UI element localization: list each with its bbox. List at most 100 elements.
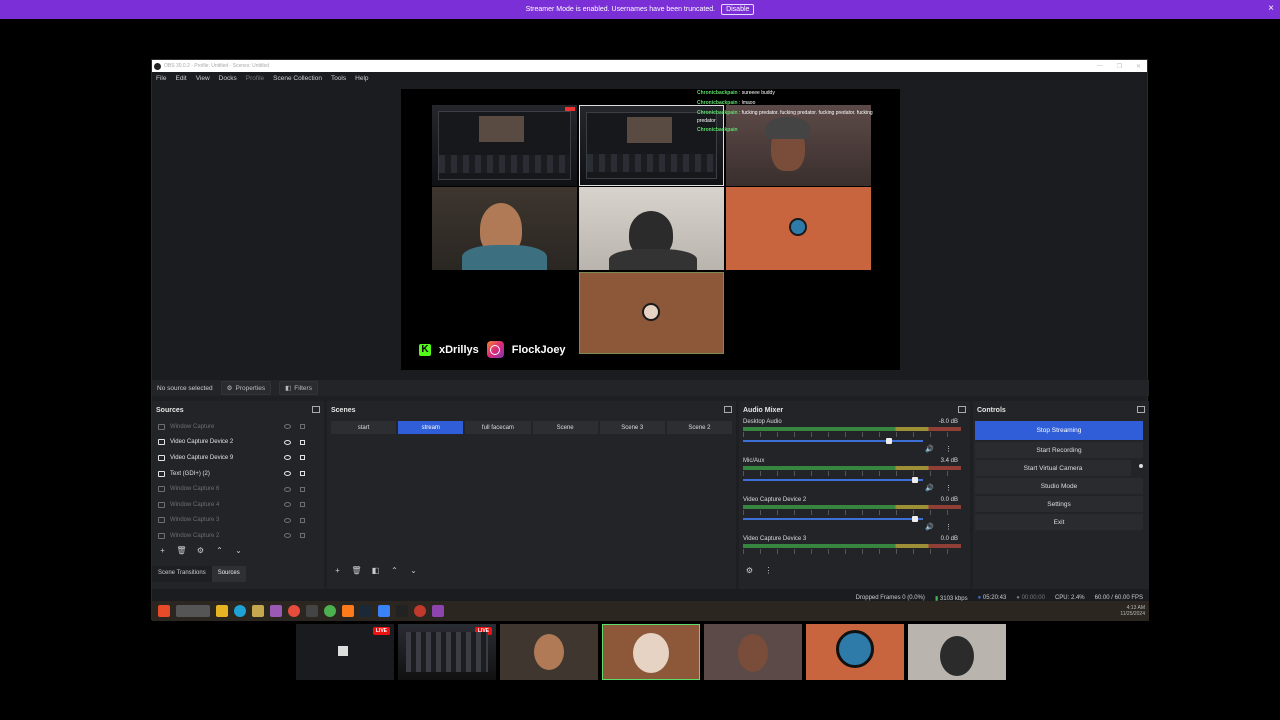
start-icon[interactable] <box>158 605 170 617</box>
thumbnail[interactable] <box>500 624 598 680</box>
more-options-icon[interactable]: ⋮ <box>945 523 952 531</box>
source-item[interactable]: Window Capture 2 <box>152 528 324 544</box>
add-source-button[interactable]: + <box>156 546 169 555</box>
thumbnail[interactable] <box>908 624 1006 680</box>
exit-button[interactable]: Exit <box>975 514 1143 530</box>
chrome-icon[interactable] <box>324 605 336 617</box>
source-item[interactable]: Window Capture 3 <box>152 513 324 529</box>
properties-button[interactable]: ⚙ Properties <box>220 381 272 395</box>
visibility-icon[interactable] <box>284 471 291 477</box>
source-item[interactable]: Text (GDI+) (2) <box>152 466 324 482</box>
speaker-icon[interactable]: 🔊 <box>925 523 934 531</box>
thumbnail[interactable]: LIVE <box>296 624 394 680</box>
taskbar-app-icon[interactable] <box>396 605 408 617</box>
source-item[interactable]: Window Capture <box>152 419 324 435</box>
undock-icon[interactable] <box>958 406 966 413</box>
close-window-button[interactable]: ✕ <box>1136 63 1141 70</box>
menu-file[interactable]: File <box>156 75 166 82</box>
undock-icon[interactable] <box>724 406 732 413</box>
taskbar-clock[interactable]: 4:13 AM 11/25/2024 <box>1120 605 1149 617</box>
menu-view[interactable]: View <box>196 75 210 82</box>
source-item[interactable]: Video Capture Device 2 <box>152 435 324 451</box>
visibility-hidden-icon[interactable] <box>284 517 291 523</box>
obs-taskbar-icon[interactable] <box>432 605 444 617</box>
volume-slider[interactable] <box>743 477 923 483</box>
visibility-hidden-icon[interactable] <box>284 533 291 539</box>
menu-edit[interactable]: Edit <box>175 75 186 82</box>
menu-tools[interactable]: Tools <box>331 75 346 82</box>
taskbar-app-icon[interactable] <box>176 605 210 617</box>
taskbar-app-icon[interactable] <box>342 605 354 617</box>
taskbar-app-icon[interactable] <box>378 605 390 617</box>
volume-slider[interactable] <box>743 516 923 522</box>
advanced-audio-properties-button[interactable]: ⚙ <box>743 566 756 575</box>
scene-filters-button[interactable]: ◧ <box>369 566 382 575</box>
banner-close-icon[interactable]: × <box>1268 3 1274 14</box>
source-item[interactable]: Window Capture 6 <box>152 481 324 497</box>
add-scene-button[interactable]: + <box>331 566 344 575</box>
source-item[interactable]: Window Capture 4 <box>152 497 324 513</box>
lock-icon[interactable] <box>300 517 305 523</box>
more-options-icon[interactable]: ⋮ <box>945 484 952 492</box>
visibility-icon[interactable] <box>284 439 291 445</box>
tab-scene-transitions[interactable]: Scene Transitions <box>152 566 212 582</box>
menu-scene-collection[interactable]: Scene Collection <box>273 75 322 82</box>
studio-mode-button[interactable]: Studio Mode <box>975 478 1143 494</box>
scene-item[interactable]: start <box>331 421 397 434</box>
move-down-button[interactable]: ⌄ <box>407 566 420 575</box>
file-explorer-icon[interactable] <box>216 605 228 617</box>
mixer-menu-button[interactable]: ⋮ <box>762 566 775 575</box>
source-item[interactable]: Video Capture Device 9 <box>152 450 324 466</box>
lock-icon[interactable] <box>300 424 305 430</box>
filters-button[interactable]: ◧ Filters <box>279 381 318 395</box>
visibility-hidden-icon[interactable] <box>284 502 291 508</box>
preview-canvas[interactable]: Chronicbackpain : sureeee buddy Chronicb… <box>401 89 900 370</box>
disable-streamer-mode-button[interactable]: Disable <box>721 4 755 15</box>
taskbar-app-icon[interactable] <box>270 605 282 617</box>
taskbar-app-icon[interactable] <box>288 605 300 617</box>
volume-slider[interactable] <box>743 438 923 444</box>
maximize-button[interactable]: ❐ <box>1117 63 1122 70</box>
lock-icon[interactable] <box>300 455 305 461</box>
speaker-icon[interactable]: 🔊 <box>925 445 934 453</box>
thumbnail[interactable] <box>602 624 700 680</box>
visibility-hidden-icon[interactable] <box>284 486 291 492</box>
visibility-hidden-icon[interactable] <box>284 424 291 430</box>
scene-item[interactable]: Scene 3 <box>599 421 665 434</box>
remove-source-button[interactable]: 🗑 <box>175 546 188 555</box>
start-recording-button[interactable]: Start Recording <box>975 442 1143 458</box>
minimize-button[interactable]: — <box>1097 63 1103 70</box>
menu-help[interactable]: Help <box>355 75 368 82</box>
stop-streaming-button[interactable]: Stop Streaming <box>975 421 1143 440</box>
start-virtual-camera-button[interactable]: Start Virtual Camera <box>975 460 1131 476</box>
lock-icon[interactable] <box>300 533 305 539</box>
edge-icon[interactable] <box>234 605 246 617</box>
scene-item[interactable]: Scene 2 <box>666 421 733 434</box>
virtual-camera-settings-icon[interactable] <box>1137 462 1145 470</box>
scene-item[interactable]: Scene <box>532 421 598 434</box>
thumbnail[interactable] <box>704 624 802 680</box>
more-options-icon[interactable]: ⋮ <box>945 445 952 453</box>
scene-item[interactable]: full facecam <box>465 421 531 434</box>
thumbnail[interactable]: LIVE <box>398 624 496 680</box>
steam-icon[interactable] <box>360 605 372 617</box>
move-up-button[interactable]: ⌃ <box>388 566 401 575</box>
move-down-button[interactable]: ⌄ <box>232 546 245 555</box>
lock-icon[interactable] <box>300 439 305 445</box>
move-up-button[interactable]: ⌃ <box>213 546 226 555</box>
tab-sources[interactable]: Sources <box>211 566 246 582</box>
taskbar-app-icon[interactable] <box>414 605 426 617</box>
lock-icon[interactable] <box>300 502 305 508</box>
lock-icon[interactable] <box>300 471 305 477</box>
menu-profile[interactable]: Profile <box>246 75 264 82</box>
scene-item[interactable]: stream <box>398 421 464 434</box>
source-settings-button[interactable]: ⚙ <box>194 546 207 555</box>
taskbar-app-icon[interactable] <box>252 605 264 617</box>
undock-icon[interactable] <box>1137 406 1145 413</box>
visibility-icon[interactable] <box>284 455 291 461</box>
thumbnail[interactable] <box>806 624 904 680</box>
remove-scene-button[interactable]: 🗑 <box>350 566 363 575</box>
undock-icon[interactable] <box>312 406 320 413</box>
menu-docks[interactable]: Docks <box>219 75 237 82</box>
lock-icon[interactable] <box>300 486 305 492</box>
